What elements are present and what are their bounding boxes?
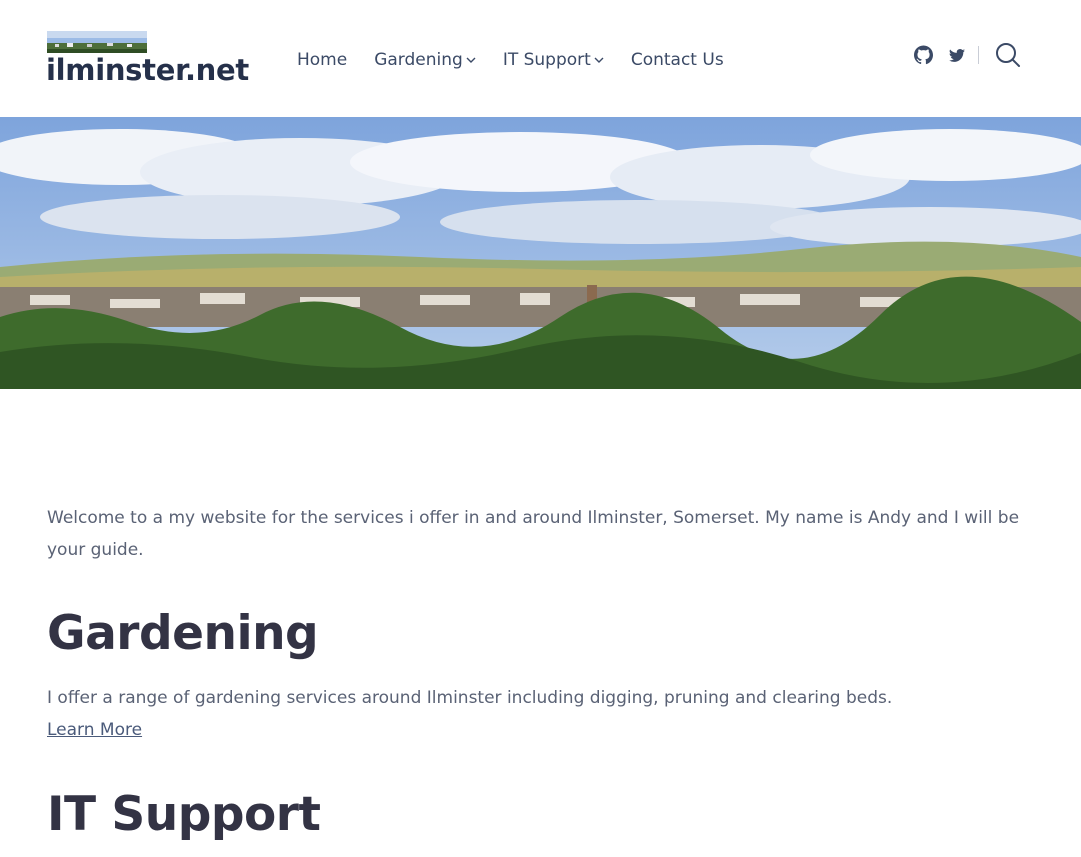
section-heading-gardening: Gardening [47,606,319,661]
site-title[interactable]: ilminster.net [46,53,249,87]
nav-item-label: IT Support [502,50,591,70]
site-header: ilminster.net Home Gardening IT Support … [0,0,1081,117]
nav-item-label: Home [297,50,348,70]
nav-item-gardening[interactable]: Gardening [374,50,476,70]
nav-item-it-support[interactable]: IT Support [503,50,604,70]
nav-item-label: Gardening [374,50,463,70]
header-divider [978,46,979,64]
chevron-down-icon [466,57,476,63]
nav-item-contact-us[interactable]: Contact Us [631,50,724,70]
hero-image [0,117,1081,389]
twitter-icon[interactable] [949,45,965,65]
github-icon[interactable] [914,45,934,65]
gardening-text: I offer a range of gardening services ar… [47,688,893,708]
nav-item-home[interactable]: Home [297,50,347,70]
nav-item-label: Contact Us [630,50,724,70]
intro-text: Welcome to a my website for the services… [47,508,1020,560]
gardening-section: I offer a range of gardening services ar… [47,682,1037,746]
learn-more-link[interactable]: Learn More [47,720,142,740]
primary-nav: Home Gardening IT Support Contact Us [297,50,751,70]
chevron-down-icon [594,57,604,63]
site-logo-image[interactable] [47,31,147,53]
section-heading-it-support: IT Support [47,787,321,842]
search-icon[interactable] [995,42,1021,68]
